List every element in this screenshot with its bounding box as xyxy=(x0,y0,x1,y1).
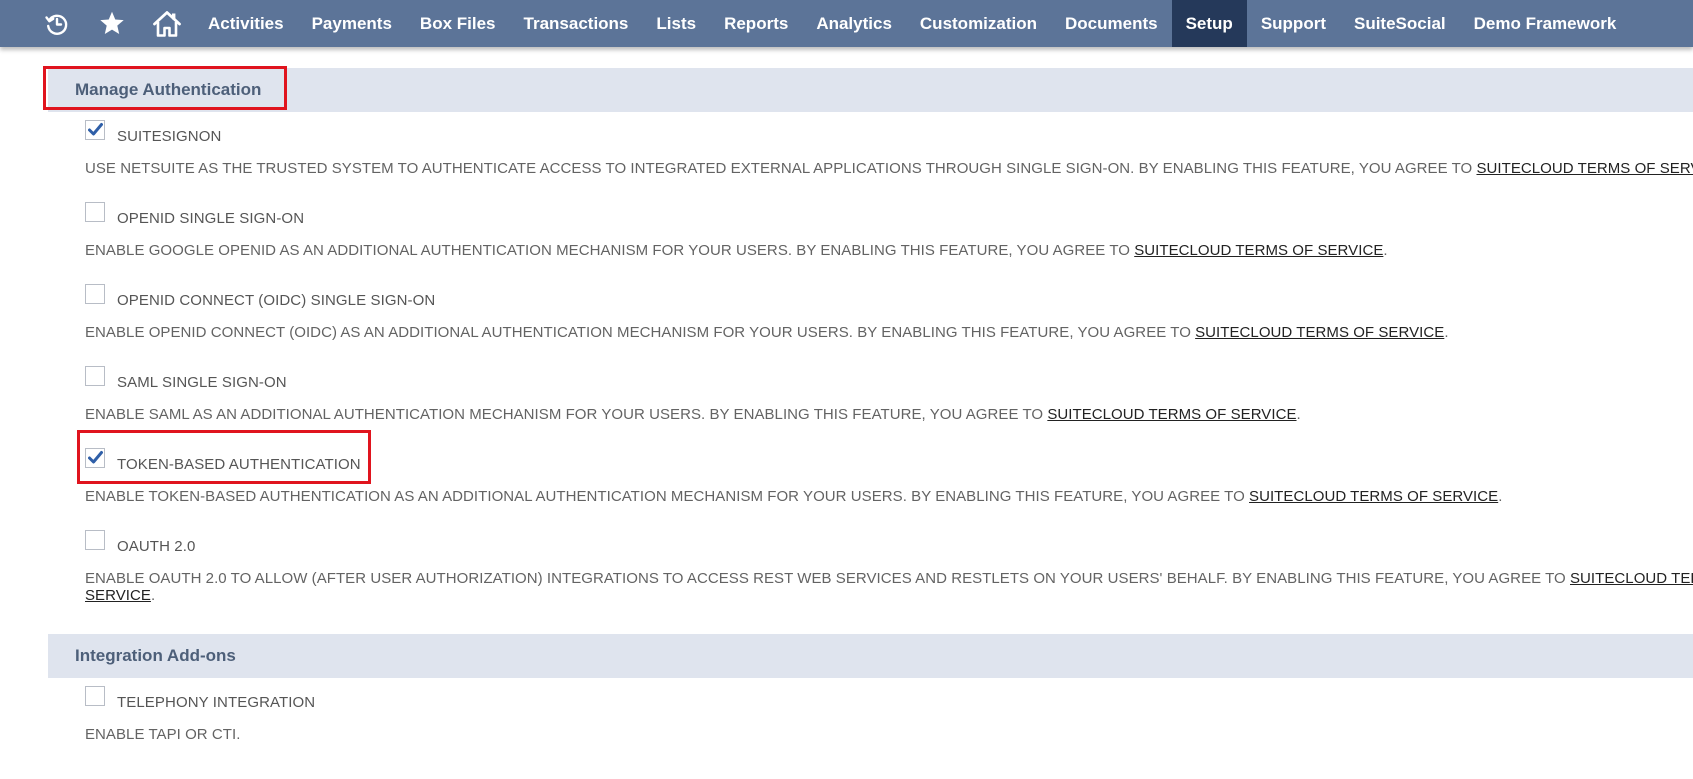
checkmark-icon xyxy=(88,451,103,464)
token-based-auth-label: TOKEN-BASED AUTHENTICATION xyxy=(117,456,361,473)
token-based-auth-description: ENABLE TOKEN-BASED AUTHENTICATION AS AN … xyxy=(85,488,1503,505)
nav-support[interactable]: Support xyxy=(1247,0,1340,47)
feature-openid-sso: OPENID SINGLE SIGN-ON ENABLE GOOGLE OPEN… xyxy=(85,202,1693,259)
section-title: Manage Authentication xyxy=(75,80,262,99)
checkmark-icon xyxy=(88,123,103,136)
oidc-sso-description: ENABLE OPENID CONNECT (OIDC) AS AN ADDIT… xyxy=(85,324,1449,341)
nav-suitesocial[interactable]: SuiteSocial xyxy=(1340,0,1460,47)
nav-activities[interactable]: Activities xyxy=(194,0,298,47)
section-header-integration-addons: Integration Add-ons xyxy=(48,634,1693,678)
nav-box-files[interactable]: Box Files xyxy=(406,0,510,47)
nav-setup[interactable]: Setup xyxy=(1171,0,1247,47)
top-navigation-bar: Activities Payments Box Files Transactio… xyxy=(0,0,1693,47)
nav-reports[interactable]: Reports xyxy=(710,0,802,47)
oauth2-description: ENABLE OAUTH 2.0 TO ALLOW (AFTER USER AU… xyxy=(85,570,1693,587)
suitecloud-terms-link[interactable]: SUITECLOUD TERMS OF SERVICE xyxy=(1047,406,1296,423)
nav-lists[interactable]: Lists xyxy=(642,0,710,47)
suitesignon-description: USE NETSUITE AS THE TRUSTED SYSTEM TO AU… xyxy=(85,160,1693,177)
nav-analytics[interactable]: Analytics xyxy=(802,0,906,47)
recent-history-icon[interactable] xyxy=(29,0,84,47)
oidc-sso-label: OPENID CONNECT (OIDC) SINGLE SIGN-ON xyxy=(117,292,436,309)
suitesignon-checkbox[interactable] xyxy=(85,120,105,140)
feature-oauth2: OAUTH 2.0 ENABLE OAUTH 2.0 TO ALLOW (AFT… xyxy=(85,530,1693,604)
token-based-auth-checkbox[interactable] xyxy=(85,448,105,468)
feature-telephony-integration: TELEPHONY INTEGRATION ENABLE TAPI OR CTI… xyxy=(85,686,1693,743)
section-title: Integration Add-ons xyxy=(75,646,236,665)
nav-customization[interactable]: Customization xyxy=(906,0,1051,47)
nav-transactions[interactable]: Transactions xyxy=(510,0,643,47)
suitecloud-terms-link[interactable]: SUITECLOUD TERMS OF SERVICE xyxy=(1195,324,1444,341)
oauth2-description-continued: SERVICE. xyxy=(85,587,156,604)
nav-demo-framework[interactable]: Demo Framework xyxy=(1460,0,1631,47)
telephony-integration-checkbox[interactable] xyxy=(85,686,105,706)
feature-suitesignon: SUITESIGNON USE NETSUITE AS THE TRUSTED … xyxy=(85,120,1693,177)
oauth2-checkbox[interactable] xyxy=(85,530,105,550)
openid-sso-description: ENABLE GOOGLE OPENID AS AN ADDITIONAL AU… xyxy=(85,242,1388,259)
saml-sso-label: SAML SINGLE SIGN-ON xyxy=(117,374,287,391)
openid-sso-checkbox[interactable] xyxy=(85,202,105,222)
suitecloud-terms-link[interactable]: SUITECLOUD TERMS OF SERVICE xyxy=(1476,160,1693,177)
feature-saml-sso: SAML SINGLE SIGN-ON ENABLE SAML AS AN AD… xyxy=(85,366,1693,423)
saml-sso-checkbox[interactable] xyxy=(85,366,105,386)
suitecloud-terms-link[interactable]: SUITECLOUD TERMS OF SERVICE xyxy=(1134,242,1383,259)
telephony-integration-label: TELEPHONY INTEGRATION xyxy=(117,694,316,711)
oidc-sso-checkbox[interactable] xyxy=(85,284,105,304)
suitecloud-terms-link[interactable]: SUITECLOUD TERMS OF xyxy=(1570,570,1693,587)
oauth2-label: OAUTH 2.0 xyxy=(117,538,196,555)
nav-documents[interactable]: Documents xyxy=(1051,0,1172,47)
openid-sso-label: OPENID SINGLE SIGN-ON xyxy=(117,210,305,227)
telephony-integration-description: ENABLE TAPI OR CTI. xyxy=(85,726,241,743)
nav-payments[interactable]: Payments xyxy=(298,0,406,47)
section-header-manage-authentication: Manage Authentication xyxy=(48,68,1693,112)
star-icon[interactable] xyxy=(84,0,139,47)
suitesignon-label: SUITESIGNON xyxy=(117,128,222,145)
suitecloud-terms-link[interactable]: SUITECLOUD TERMS OF SERVICE xyxy=(1249,488,1498,505)
suitecloud-terms-link-continued[interactable]: SERVICE xyxy=(85,587,151,604)
saml-sso-description: ENABLE SAML AS AN ADDITIONAL AUTHENTICAT… xyxy=(85,406,1301,423)
feature-token-based-auth: TOKEN-BASED AUTHENTICATION ENABLE TOKEN-… xyxy=(85,448,1693,505)
home-icon[interactable] xyxy=(139,0,194,47)
feature-oidc-sso: OPENID CONNECT (OIDC) SINGLE SIGN-ON ENA… xyxy=(85,284,1693,341)
